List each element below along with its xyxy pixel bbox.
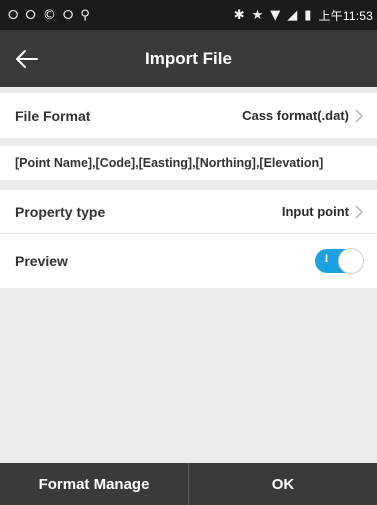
property-type-label: Property type [15, 203, 106, 220]
ok-button[interactable]: OK [189, 463, 377, 505]
preview-toggle[interactable]: I [315, 248, 364, 274]
page-title: Import File [145, 48, 232, 68]
preview-row: Preview I [0, 234, 377, 288]
notification-icon: © [42, 7, 56, 23]
status-left-icons: ⭘ ⭘ © ⭘ ⚲ [8, 9, 90, 22]
bluetooth-icon: ✱ [233, 7, 245, 23]
notification-icon: ⭘ [25, 7, 36, 23]
file-format-row[interactable]: File Format Cass format(.dat) [0, 93, 377, 138]
property-type-value: Input point [281, 204, 349, 219]
notification-icon: ⭘ [62, 7, 74, 23]
star-icon: ★ [251, 7, 264, 23]
status-right-icons: ✱ ★ ▼ ◢ ▮ 上午11:53 [234, 7, 373, 24]
property-type-row[interactable]: Property type Input point [0, 190, 377, 234]
file-format-label: File Format [15, 107, 91, 124]
preview-area [0, 288, 377, 463]
bottom-action-bar: Format Manage OK [0, 463, 377, 505]
arrow-left-icon [16, 50, 38, 68]
field-order-row: [Point Name],[Code],[Easting],[Northing]… [0, 146, 377, 180]
chevron-right-icon [355, 204, 363, 219]
field-order-text: [Point Name],[Code],[Easting],[Northing]… [15, 156, 324, 170]
notification-icon: ⭘ [8, 7, 19, 23]
back-button[interactable] [10, 42, 44, 76]
format-manage-button[interactable]: Format Manage [0, 463, 188, 505]
title-bar: Import File [0, 30, 377, 87]
chevron-right-icon [355, 108, 363, 123]
battery-icon: ▮ [304, 7, 312, 23]
toggle-knob [338, 248, 364, 274]
preview-label: Preview [15, 253, 68, 269]
file-format-value: Cass format(.dat) [242, 108, 349, 123]
wifi-icon: ▼ [270, 7, 281, 23]
toggle-on-label: I [325, 253, 329, 265]
status-bar: ⭘ ⭘ © ⭘ ⚲ ✱ ★ ▼ ◢ ▮ 上午11:53 [0, 0, 377, 30]
signal-icon: ◢ [287, 7, 298, 23]
location-pin-icon: ⚲ [80, 7, 90, 23]
status-time: 上午11:53 [318, 8, 373, 23]
